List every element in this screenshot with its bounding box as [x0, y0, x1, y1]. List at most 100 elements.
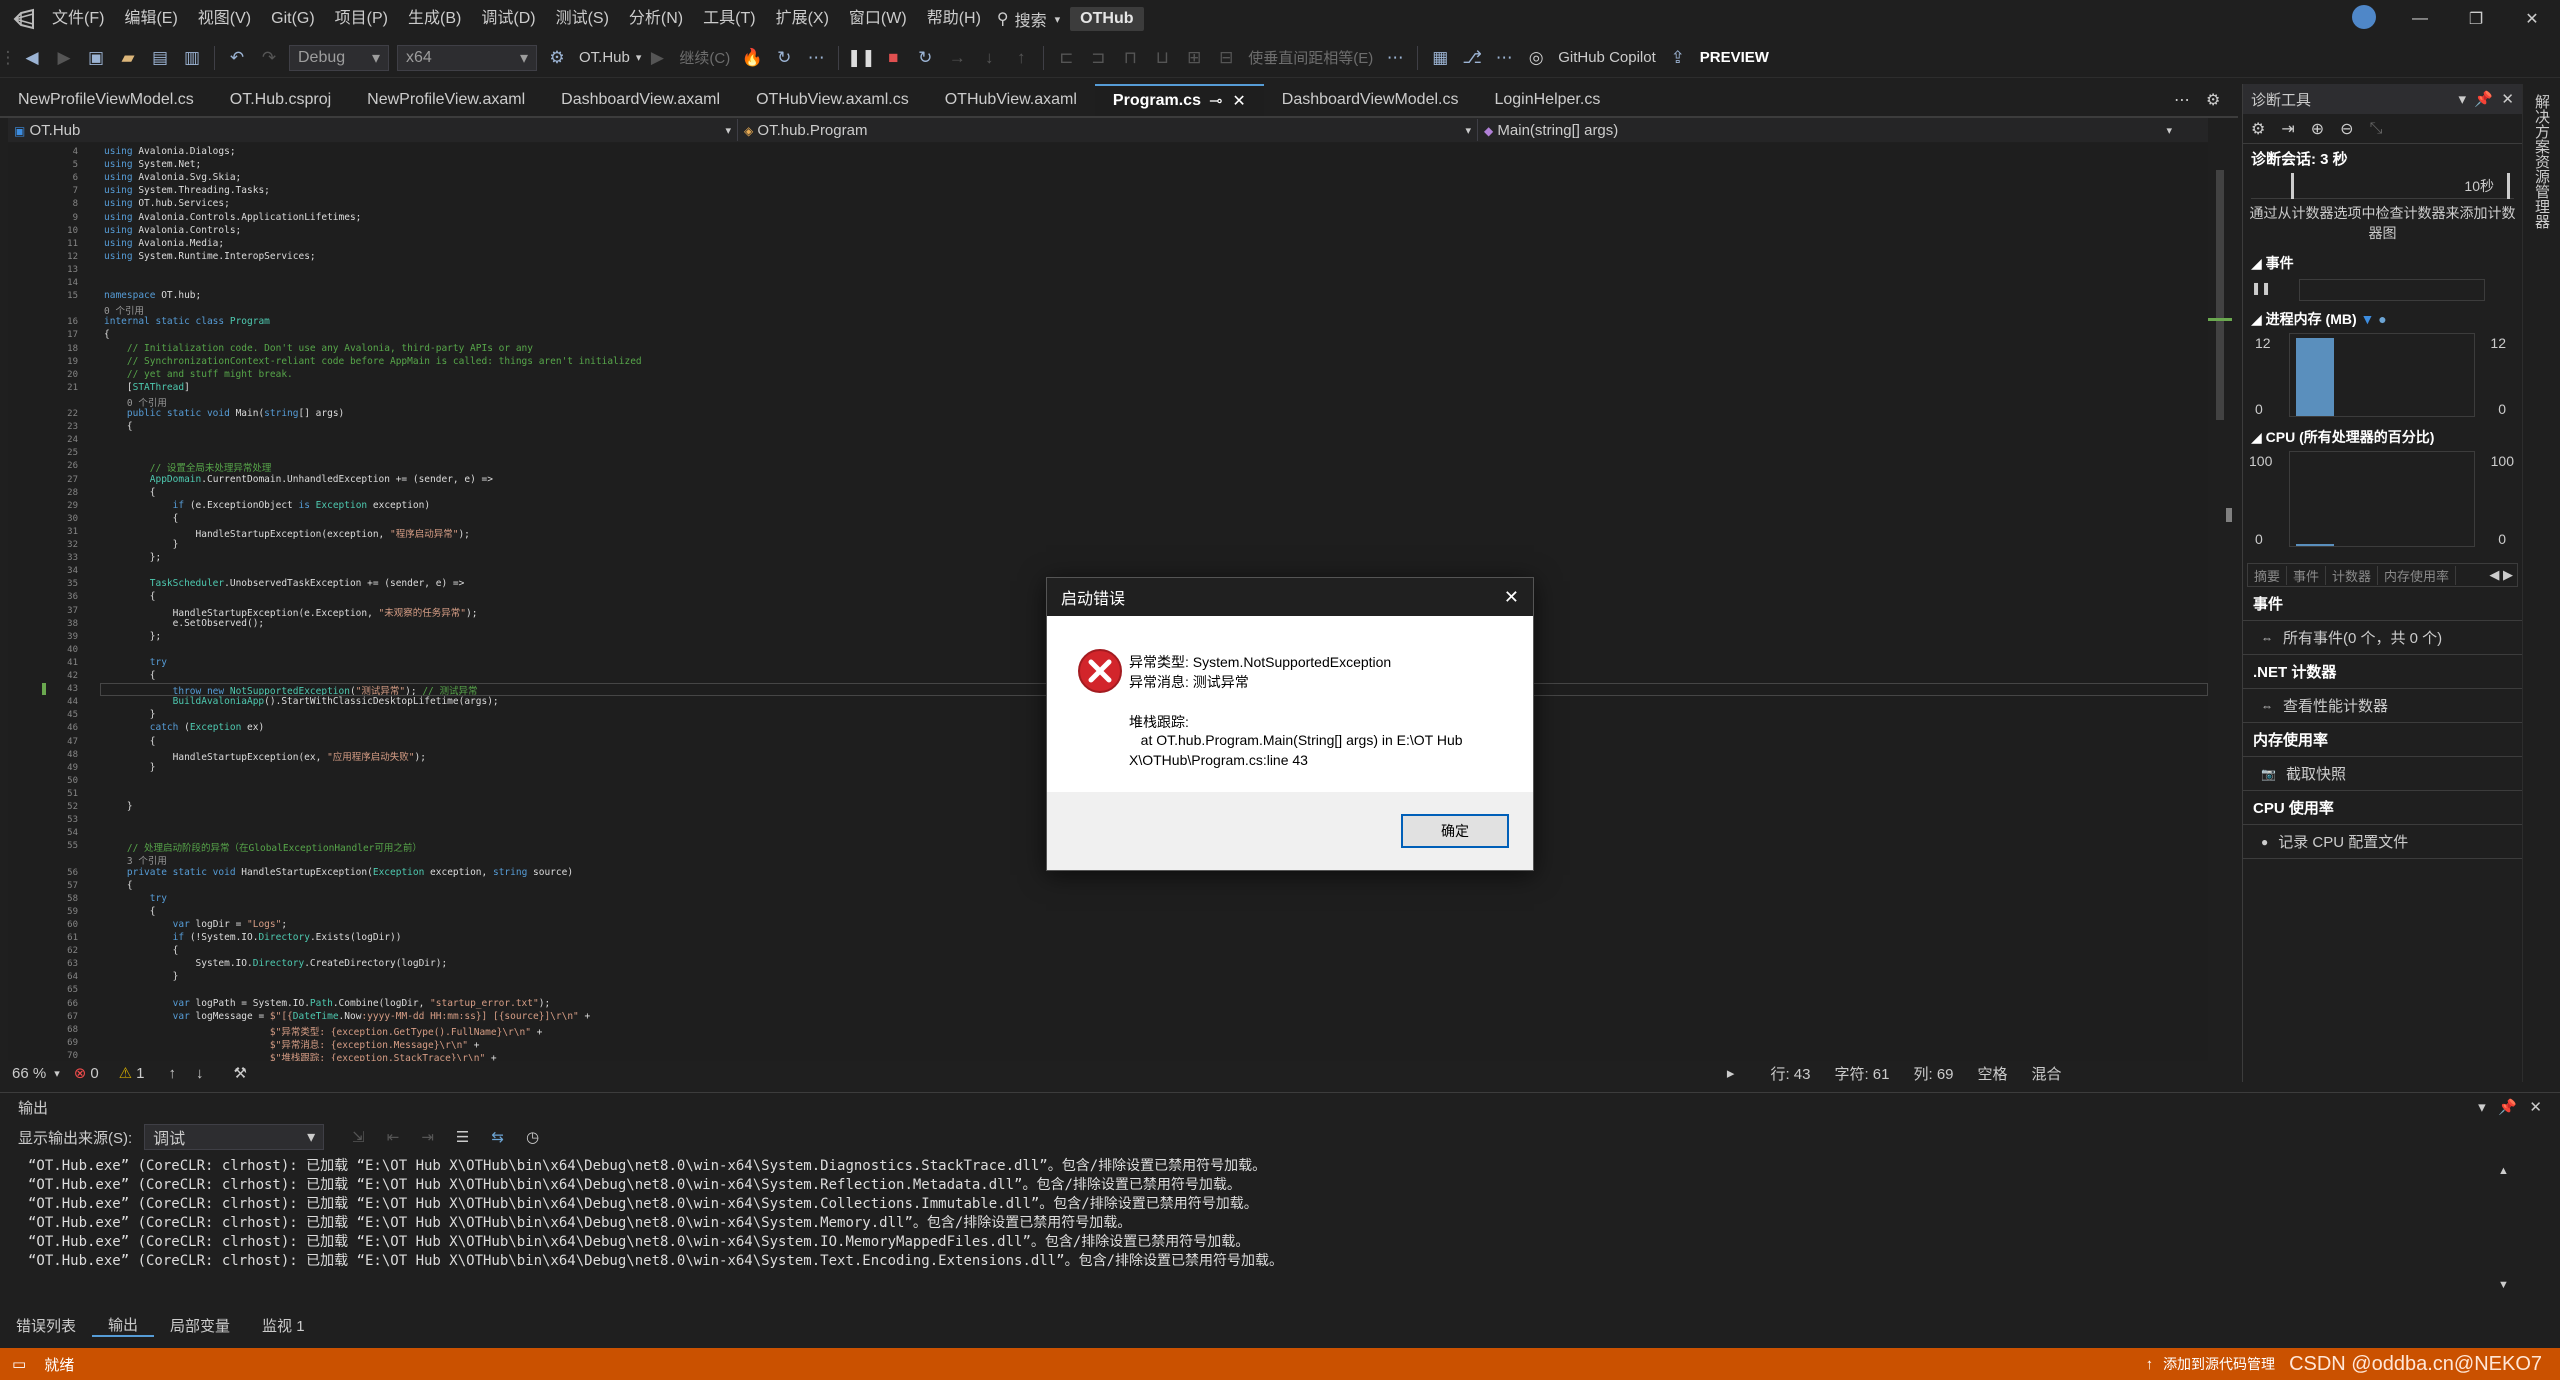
output-source-dropdown[interactable]: 调试 ▾	[144, 1124, 325, 1150]
diag-tab[interactable]: 事件	[2287, 565, 2327, 585]
menu-item[interactable]: 文件(F)	[42, 0, 114, 38]
arrow-up-icon[interactable]: ↑	[168, 1065, 176, 1082]
diag-section-item[interactable]: ⇔ 所有事件(0 个，共 0 个)	[2243, 621, 2522, 655]
menu-item[interactable]: Git(G)	[261, 0, 325, 38]
doc-tab[interactable]: Program.cs ⊸ ✕	[1094, 84, 1264, 116]
menu-item[interactable]: 项目(P)	[325, 0, 398, 38]
open-folder-icon[interactable]: ▰	[115, 45, 141, 71]
platform-dropdown[interactable]: x64 ▾	[397, 44, 537, 71]
save-all-icon[interactable]: ▥	[179, 45, 205, 71]
refresh-icon[interactable]: ↻	[771, 45, 797, 71]
menu-item[interactable]: 视图(V)	[188, 0, 261, 38]
diag-tab[interactable]: 计数器	[2326, 565, 2379, 585]
gear-icon[interactable]: ⚙	[2206, 90, 2220, 110]
zoom-out-icon[interactable]: ⊖	[2340, 119, 2353, 139]
menu-item[interactable]: 调试(D)	[471, 0, 545, 38]
continue-button[interactable]: 继续(C)	[679, 47, 730, 68]
step-over-icon[interactable]: →	[944, 45, 970, 71]
bottom-tab[interactable]: 输出	[92, 1314, 155, 1337]
branch-icon[interactable]: ⎇	[1459, 45, 1485, 71]
diag-tab[interactable]: 摘要	[2248, 565, 2288, 585]
pin-icon[interactable]: 📌	[2474, 91, 2493, 108]
align-bottom-icon[interactable]: ⊟	[1213, 45, 1239, 71]
menu-item[interactable]: 扩展(X)	[766, 0, 839, 38]
doc-tab[interactable]: OT.Hub.csproj	[212, 84, 349, 116]
make-vertical-spacing-equal-button[interactable]: 使垂直间距相等(E)	[1248, 47, 1373, 68]
doc-tab[interactable]: OTHubView.axaml.cs	[738, 84, 927, 116]
minimize-button[interactable]: —	[2392, 10, 2448, 28]
startup-project[interactable]: OT.Hub	[579, 49, 630, 66]
align-center-icon[interactable]: ⊐	[1085, 45, 1111, 71]
close-icon[interactable]: ✕	[2529, 1099, 2542, 1116]
scroll-down-icon[interactable]: ▼	[2498, 1279, 2509, 1291]
step-into-icon[interactable]: ↓	[976, 45, 1002, 71]
export-icon[interactable]: ⇥	[2281, 119, 2294, 139]
pause-icon[interactable]: ❚❚	[847, 45, 876, 71]
code-cleanup-icon[interactable]: ⚒	[233, 1064, 246, 1082]
diag-section-item[interactable]: ● 记录 CPU 配置文件	[2243, 825, 2522, 859]
chevron-down-icon[interactable]: ▾	[636, 51, 642, 64]
more-icon[interactable]: ⋯	[1491, 45, 1517, 71]
pin-icon[interactable]: ⊸	[1209, 91, 1222, 111]
scroll-right-icon[interactable]: ▸	[1727, 1064, 1735, 1082]
menu-item[interactable]: 窗口(W)	[839, 0, 917, 38]
next-message-icon[interactable]: ⇥	[421, 1128, 434, 1146]
reset-zoom-icon[interactable]: ⤡	[2370, 120, 2383, 138]
undo-icon[interactable]: ↶	[224, 45, 250, 71]
stop-icon[interactable]: ■	[880, 45, 906, 71]
session-timeline[interactable]: 10秒	[2251, 173, 2514, 199]
close-tab-icon[interactable]: ✕	[1232, 91, 1245, 111]
doc-tab[interactable]: LoginHelper.cs	[1476, 84, 1618, 116]
more-icon[interactable]: ⋯	[803, 45, 829, 71]
back-icon[interactable]: ◀	[19, 45, 45, 71]
hot-reload-icon[interactable]: 🔥	[739, 45, 765, 71]
editor-vertical-scrollbar[interactable]	[2208, 118, 2232, 1062]
line-position[interactable]: 行: 43	[1770, 1063, 1810, 1084]
prev-message-icon[interactable]: ⇤	[387, 1128, 400, 1146]
tab-overflow-icon[interactable]: ⋯	[2174, 90, 2190, 110]
column-position[interactable]: 列: 69	[1914, 1063, 1954, 1084]
configuration-dropdown[interactable]: Debug ▾	[289, 44, 389, 71]
save-icon[interactable]: ▤	[147, 45, 173, 71]
close-icon[interactable]: ✕	[2501, 91, 2514, 108]
find-message-icon[interactable]: ⇲	[352, 1128, 365, 1146]
forward-icon[interactable]: ▶	[51, 45, 77, 71]
account-avatar[interactable]	[2336, 4, 2392, 34]
close-window-button[interactable]: ✕	[2504, 9, 2560, 29]
bottom-tab[interactable]: 错误列表	[0, 1315, 92, 1336]
align-top-icon[interactable]: ⊔	[1149, 45, 1175, 71]
error-count[interactable]: 0	[90, 1065, 98, 1082]
solution-explorer-tab[interactable]: 解决方案资源管理器	[2523, 84, 2560, 239]
continue-icon[interactable]: ▶	[644, 45, 670, 71]
scroll-up-icon[interactable]: ▲	[2498, 1165, 2509, 1177]
scrollbar-thumb[interactable]	[2216, 170, 2224, 420]
chevron-down-icon[interactable]: ▾	[54, 1067, 60, 1080]
zoom-level[interactable]: 66 %	[12, 1065, 46, 1082]
diag-section-item[interactable]: ⇔ 查看性能计数器	[2243, 689, 2522, 723]
menu-item[interactable]: 帮助(H)	[917, 0, 991, 38]
align-middle-icon[interactable]: ⊞	[1181, 45, 1207, 71]
new-project-icon[interactable]: ▣	[83, 45, 109, 71]
events-section-header[interactable]: ◢ 事件	[2243, 247, 2522, 279]
pin-icon[interactable]: 📌	[2498, 1099, 2517, 1116]
menu-item[interactable]: 分析(N)	[619, 0, 693, 38]
timeline-marker[interactable]	[2291, 173, 2294, 199]
diag-section-item[interactable]: 📷 截取快照	[2243, 757, 2522, 791]
menu-item[interactable]: 测试(S)	[546, 0, 619, 38]
align-left-icon[interactable]: ⊏	[1053, 45, 1079, 71]
bottom-tab[interactable]: 监视 1	[246, 1315, 321, 1336]
bottom-tab[interactable]: 局部变量	[154, 1315, 246, 1336]
warning-count[interactable]: 1	[136, 1065, 144, 1082]
menu-item[interactable]: 工具(T)	[693, 0, 765, 38]
cpu-section-header[interactable]: ◢ CPU (所有处理器的百分比)	[2243, 421, 2522, 451]
arrow-down-icon[interactable]: ↓	[196, 1065, 204, 1082]
tab-scroll-icon[interactable]: ◀ ▶	[2485, 567, 2517, 583]
output-window-icon[interactable]: ▭	[12, 1355, 26, 1373]
more-icon[interactable]: ⋯	[1382, 45, 1408, 71]
memory-section-header[interactable]: ◢ 进程内存 (MB) ▼ ●	[2243, 301, 2522, 333]
restart-icon[interactable]: ↻	[912, 45, 938, 71]
layout-icon[interactable]: ▦	[1427, 45, 1453, 71]
redo-icon[interactable]: ↷	[256, 45, 282, 71]
menu-item[interactable]: 编辑(E)	[114, 0, 187, 38]
output-text[interactable]: “OT.Hub.exe” (CoreCLR: clrhost): 已加载 “E:…	[0, 1153, 2560, 1303]
